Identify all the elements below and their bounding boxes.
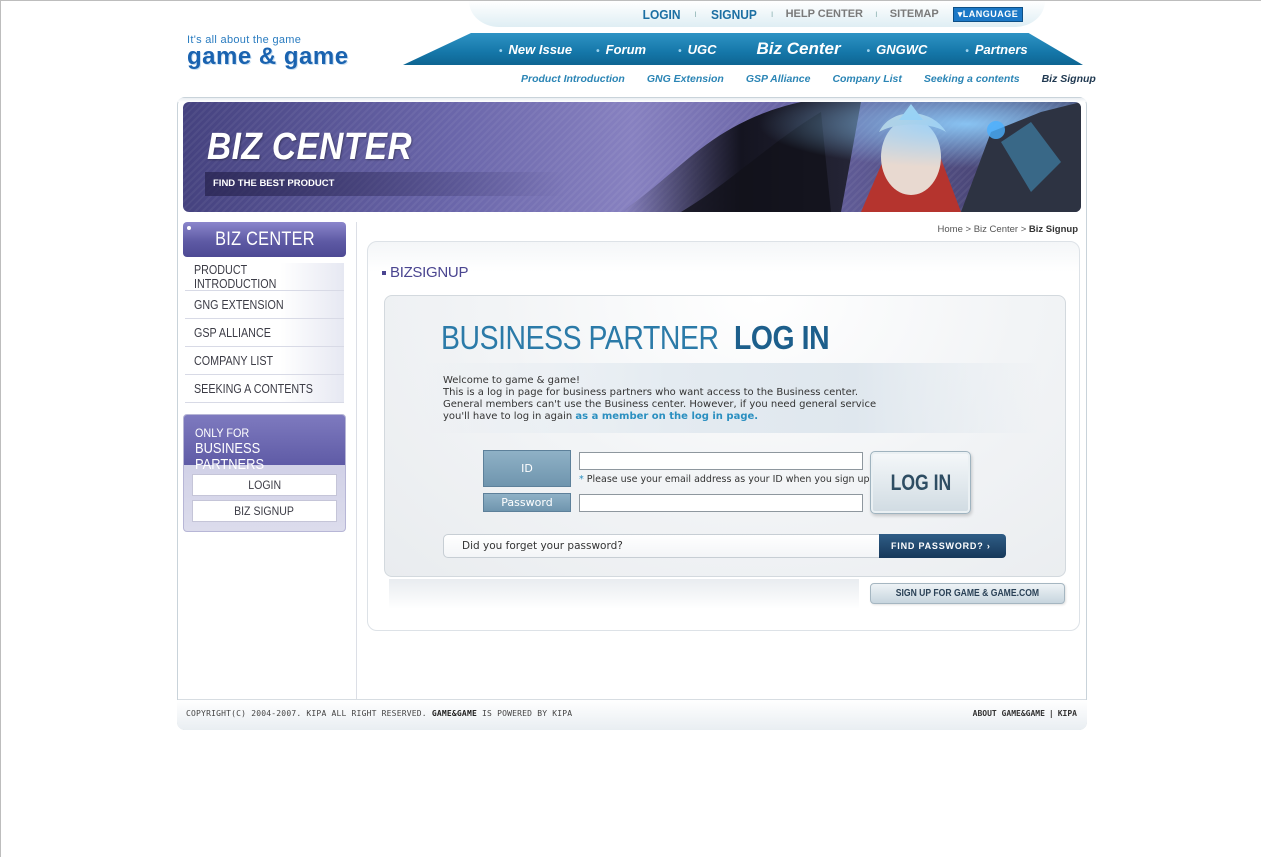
hero-banner: BIZ CENTER FIND THE BEST PRODUCT	[183, 102, 1081, 212]
partner-login-button[interactable]: LOGIN	[192, 474, 337, 496]
button-label: BIZ SIGNUP	[234, 504, 295, 518]
partner-box: ONLY FOR BUSINESS PARTNERS LOGIN BIZ SIG…	[183, 414, 346, 532]
nav-ugc[interactable]: UGC	[678, 42, 717, 57]
breadcrumb-home[interactable]: Home	[938, 224, 963, 235]
sidebar-item-label: SEEKING A CONTENTS	[194, 381, 313, 396]
section-title: BIZSIGNUP	[382, 264, 468, 281]
id-hint: * Please use your email address as your …	[579, 474, 873, 485]
partner-heading-line2: BUSINESS PARTNERS	[195, 440, 265, 473]
footer-separator: |	[1048, 709, 1054, 718]
decorative-shadow	[389, 579, 859, 609]
nav-gngwc[interactable]: GNGWC	[867, 42, 927, 57]
id-hint-asterisk: *	[579, 474, 584, 485]
sidebar-item-label: GNG EXTENSION	[194, 297, 284, 312]
id-label: ID	[483, 450, 571, 487]
id-input[interactable]	[579, 452, 863, 470]
sidebar-heading-text: BIZ CENTER	[214, 229, 315, 250]
intro-line: General members can't use the Business c…	[443, 399, 877, 410]
sidebar-heading: BIZ CENTER	[183, 222, 346, 257]
nav-biz-center[interactable]: Biz Center	[756, 39, 840, 59]
sidebar-item-seeking-contents[interactable]: SEEKING A CONTENTS	[185, 375, 344, 403]
breadcrumb-section[interactable]: Biz Center	[974, 224, 1018, 235]
copyright-text: COPYRIGHT(C) 2004-2007. KIPA ALL RIGHT R…	[186, 709, 572, 718]
breadcrumb: Home > Biz Center > Biz Signup	[938, 224, 1078, 235]
copyright-suffix: IS POWERED BY KIPA	[482, 709, 573, 718]
subnav-product-introduction[interactable]: Product Introduction	[521, 73, 625, 85]
help-center-link[interactable]: HELP CENTER	[786, 8, 863, 20]
intro-line: Welcome to game & game!	[443, 375, 581, 386]
sidebar-item-gsp-alliance[interactable]: GSP ALLIANCE	[185, 319, 344, 347]
subnav-gsp-alliance[interactable]: GSP Alliance	[746, 73, 811, 85]
site-logo[interactable]: It's all about the game game & game	[187, 34, 349, 71]
sidebar-item-product-introduction[interactable]: PRODUCT INTRODUCTION	[185, 263, 344, 291]
partner-heading-line1: ONLY FOR	[195, 426, 250, 440]
about-link[interactable]: ABOUT GAME&GAME	[973, 709, 1045, 718]
breadcrumb-current: Biz Signup	[1028, 224, 1078, 235]
subnav-company-list[interactable]: Company List	[832, 73, 901, 85]
breadcrumb-separator: >	[1020, 224, 1027, 235]
sidebar-item-label: PRODUCT INTRODUCTION	[194, 262, 277, 291]
intro-line: This is a log in page for business partn…	[443, 387, 859, 398]
logo-wordmark: game & game	[187, 43, 349, 70]
nav-partners[interactable]: Partners	[965, 42, 1028, 57]
language-button[interactable]: ▾LANGUAGE	[952, 6, 1024, 22]
signup-button-label: SIGN UP FOR GAME & GAME.COM	[895, 587, 1040, 599]
sidebar-item-label: GSP ALLIANCE	[194, 325, 271, 340]
sub-nav: Product Introduction GNG Extension GSP A…	[521, 73, 1096, 85]
member-login-link[interactable]: as a member on the log in page.	[575, 411, 758, 422]
intro-line: you'll have to log in again as a member …	[443, 411, 876, 423]
sitemap-link[interactable]: SITEMAP	[890, 8, 939, 20]
login-button-label: LOG IN	[890, 470, 951, 495]
kipa-link[interactable]: KIPA	[1058, 709, 1077, 718]
copyright-brand: GAME&GAME	[431, 709, 477, 718]
login-heading-thin: BUSINESS PARTNER	[441, 319, 719, 356]
login-button[interactable]: LOG IN	[870, 451, 971, 514]
sidebar-item-label: COMPANY LIST	[194, 353, 274, 368]
separator: ı	[875, 8, 878, 20]
id-hint-text: Please use your email address as your ID…	[586, 474, 873, 485]
sidebar-menu: PRODUCT INTRODUCTION GNG EXTENSION GSP A…	[185, 263, 344, 403]
intro-text: Welcome to game & game! This is a log in…	[443, 375, 876, 423]
separator: ı	[770, 8, 774, 20]
nav-forum[interactable]: Forum	[596, 42, 646, 57]
intro-line-prefix: you'll have to log in again	[443, 411, 573, 422]
sidebar-divider	[356, 222, 357, 699]
nav-new-issue[interactable]: New Issue	[499, 42, 573, 57]
signup-gameandgame-button[interactable]: SIGN UP FOR GAME & GAME.COM	[870, 583, 1065, 604]
decorative-dot	[187, 226, 191, 230]
banner-subtitle: FIND THE BEST PRODUCT	[205, 172, 565, 196]
footer-links: ABOUT GAME&GAME | KIPA	[973, 709, 1077, 718]
separator: ı	[694, 8, 697, 20]
login-heading-bold: LOG IN	[734, 319, 830, 356]
utility-nav: LOGIN ı SIGNUP ı HELP CENTER ı SITEMAP ▾…	[469, 1, 1045, 27]
partner-box-heading: ONLY FOR BUSINESS PARTNERS	[184, 415, 345, 473]
subnav-seeking-contents[interactable]: Seeking a contents	[924, 73, 1020, 85]
sidebar-item-company-list[interactable]: COMPANY LIST	[185, 347, 344, 375]
main-nav: New Issue Forum UGC Biz Center GNGWC Par…	[403, 33, 1083, 65]
subnav-biz-signup[interactable]: Biz Signup	[1042, 73, 1096, 85]
banner-title: BIZ CENTER	[207, 126, 413, 168]
find-password-button[interactable]: FIND PASSWORD? ›	[879, 534, 1006, 558]
signup-link[interactable]: SIGNUP	[711, 7, 757, 22]
subnav-gng-extension[interactable]: GNG Extension	[647, 73, 724, 85]
character-artwork	[561, 102, 1081, 212]
sidebar-item-gng-extension[interactable]: GNG EXTENSION	[185, 291, 344, 319]
login-heading: BUSINESS PARTNER LOG IN	[441, 319, 845, 357]
password-label: Password	[483, 493, 571, 512]
login-link[interactable]: LOGIN	[643, 7, 681, 22]
copyright-prefix: COPYRIGHT(C) 2004-2007. KIPA ALL RIGHT R…	[186, 709, 427, 718]
password-input[interactable]	[579, 494, 863, 512]
partner-biz-signup-button[interactable]: BIZ SIGNUP	[192, 500, 337, 522]
button-label: LOGIN	[248, 478, 281, 492]
forgot-password-bar: Did you forget your password?	[443, 534, 880, 558]
breadcrumb-separator: >	[965, 224, 972, 235]
